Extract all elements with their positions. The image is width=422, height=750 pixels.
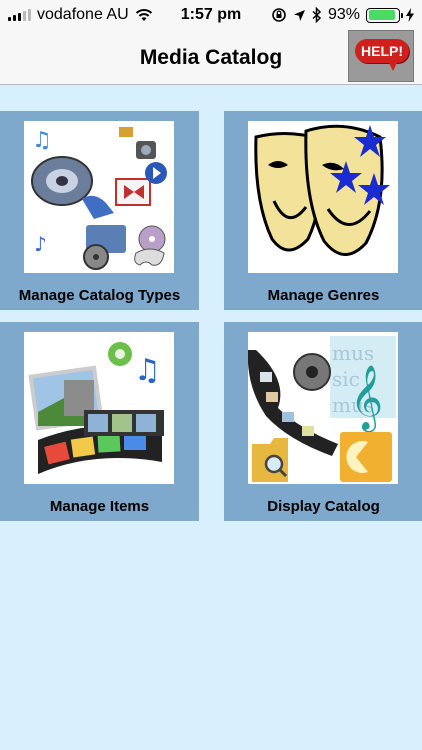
film-strip-icon: ♫	[24, 332, 174, 484]
battery-percent: 93%	[327, 6, 360, 23]
svg-text:mus: mus	[332, 341, 374, 365]
tile-label: Manage Genres	[267, 287, 380, 304]
help-bubble-icon: HELP!	[355, 39, 409, 63]
tile-label: Manage Items	[49, 498, 150, 515]
status-bar: vodafone AU 1:57 pm 93%	[0, 0, 422, 30]
charging-icon	[406, 8, 414, 22]
battery-icon	[366, 7, 403, 23]
svg-text:𝄞: 𝄞	[350, 365, 383, 432]
manage-items-tile[interactable]: ♫ Manage Items	[0, 322, 199, 521]
tile-label: Display Catalog	[267, 498, 380, 515]
rotation-lock-icon	[272, 8, 286, 22]
svg-text:♫: ♫	[134, 353, 161, 388]
media-types-icon: ♫ ♪	[24, 121, 174, 273]
battery-fill	[368, 10, 396, 20]
svg-text:♪: ♪	[34, 232, 47, 256]
help-bubble-tail	[387, 59, 399, 71]
manage-genres-tile[interactable]: Manage Genres	[224, 111, 422, 310]
help-button[interactable]: HELP!	[348, 30, 414, 82]
film-reel-music-icon: mus sic mus 𝄞	[248, 332, 398, 484]
status-right: 93%	[271, 6, 414, 24]
theater-masks-icon	[248, 121, 398, 273]
manage-catalog-types-tile[interactable]: ♫ ♪ Manage Catalog Types	[0, 111, 199, 310]
tile-label: Manage Catalog Types	[18, 287, 181, 304]
display-catalog-tile[interactable]: mus sic mus 𝄞 Display Catalog	[224, 322, 422, 521]
svg-text:♫: ♫	[32, 128, 52, 153]
location-icon	[293, 9, 305, 21]
bluetooth-icon	[312, 7, 322, 23]
nav-bar: Media Catalog HELP!	[0, 30, 422, 85]
